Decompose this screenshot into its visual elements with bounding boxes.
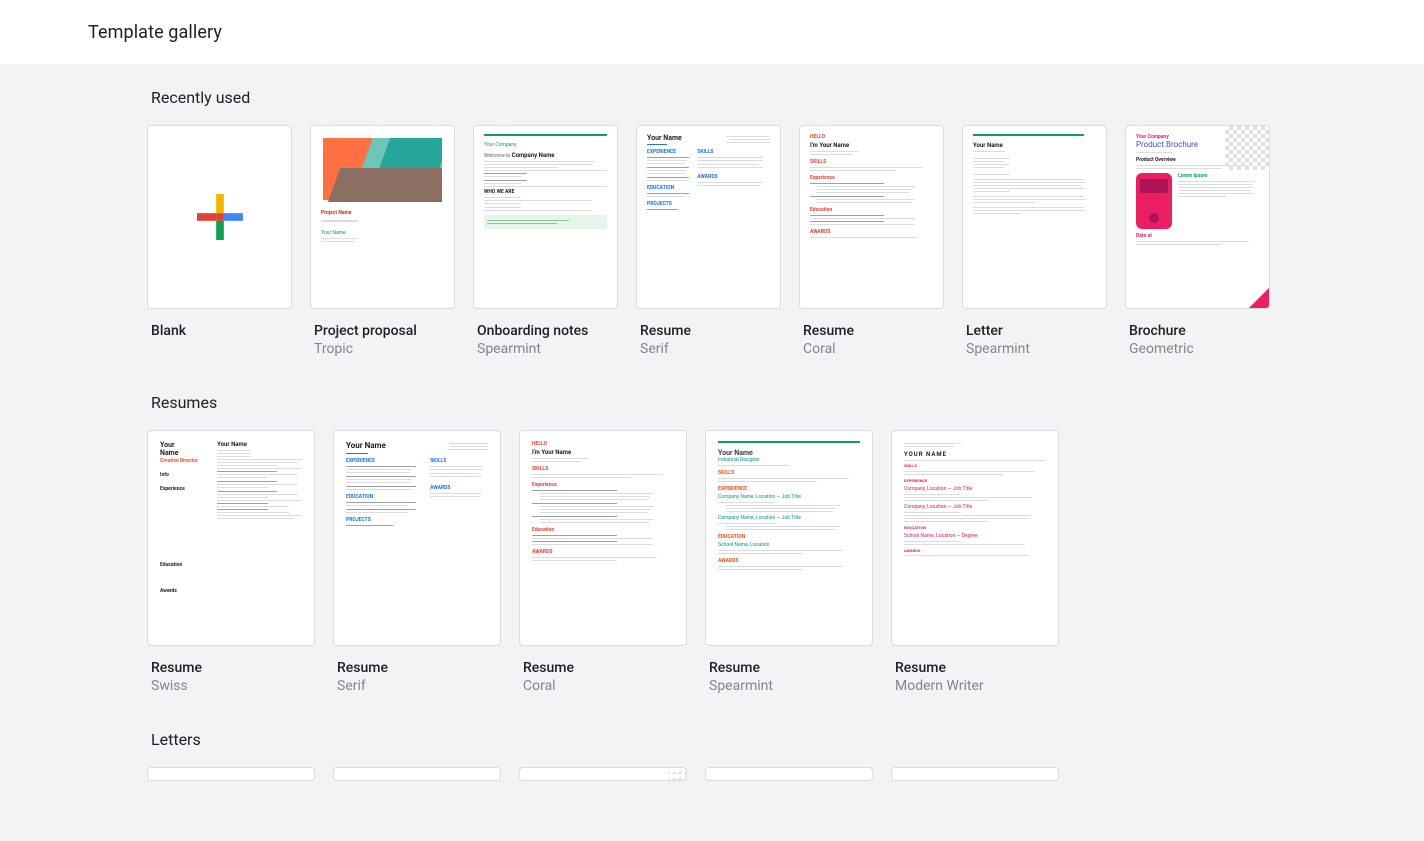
template-card-resume-coral-2[interactable]: HELLO I'm Your Name SKILLS Experience [519, 430, 687, 694]
template-title: Resume [151, 660, 315, 676]
template-thumb: Your Name EXPERIENCE EDUCATION [333, 430, 501, 646]
template-card-letter-spearmint[interactable]: Your Name [962, 125, 1107, 357]
template-thumb: Your Company Welcome to Company Name WHO… [473, 125, 618, 309]
template-card-resume-coral[interactable]: HELLO I'm Your Name SKILLS Experience [799, 125, 944, 357]
page-title: Template gallery [88, 22, 222, 43]
template-subtitle: Serif [640, 341, 781, 357]
section-recently-used: Recently used Blank Project Name [147, 88, 1277, 357]
section-letters: Letters [147, 730, 1277, 781]
template-subtitle: Spearmint [709, 678, 873, 694]
template-card-letter[interactable] [333, 767, 501, 781]
template-thumb: YourName Creative Director Info Experien… [147, 430, 315, 646]
template-card-letter[interactable] [147, 767, 315, 781]
template-title: Onboarding notes [477, 323, 618, 339]
template-title: Resume [803, 323, 944, 339]
template-thumb [147, 125, 292, 309]
template-thumb: Your Name EXPERIENCE EDUCATION [636, 125, 781, 309]
template-card-resume-swiss[interactable]: YourName Creative Director Info Experien… [147, 430, 315, 694]
template-card-letter[interactable] [705, 767, 873, 781]
template-thumb [705, 767, 873, 781]
section-title-recent: Recently used [151, 88, 1277, 107]
template-thumb: HELLO I'm Your Name SKILLS Experience [519, 430, 687, 646]
template-gallery: Recently used Blank Project Name [0, 64, 1424, 841]
template-thumb: Your Name Industrial Designer SKILLS EXP… [705, 430, 873, 646]
section-title-letters: Letters [151, 730, 1277, 749]
template-thumb [147, 767, 315, 781]
template-card-letter[interactable] [891, 767, 1059, 781]
template-subtitle: Spearmint [477, 341, 618, 357]
template-title: Project proposal [314, 323, 455, 339]
template-card-resume-modern-writer[interactable]: YOUR NAME SKILLS EXPERIENCE Company, Loc… [891, 430, 1059, 694]
template-subtitle: Coral [523, 678, 687, 694]
template-subtitle: Serif [337, 678, 501, 694]
plus-icon [148, 126, 291, 308]
template-subtitle: Swiss [151, 678, 315, 694]
template-card-project-proposal[interactable]: Project Name Your Name Project proposal … [310, 125, 455, 357]
template-subtitle: Spearmint [966, 341, 1107, 357]
template-card-resume-serif-2[interactable]: Your Name EXPERIENCE EDUCATION [333, 430, 501, 694]
template-thumb: HELLO I'm Your Name SKILLS Experience [799, 125, 944, 309]
template-subtitle: Coral [803, 341, 944, 357]
template-card-brochure-geometric[interactable]: Your Company Product Brochure Product Ov… [1125, 125, 1270, 357]
row-resumes: YourName Creative Director Info Experien… [147, 430, 1277, 694]
template-title: Resume [337, 660, 501, 676]
template-thumb: Project Name Your Name [310, 125, 455, 309]
template-thumb: Your Name [962, 125, 1107, 309]
template-card-blank[interactable]: Blank [147, 125, 292, 357]
template-thumb: YOUR NAME SKILLS EXPERIENCE Company, Loc… [891, 430, 1059, 646]
template-title: Resume [640, 323, 781, 339]
template-card-onboarding-notes[interactable]: Your Company Welcome to Company Name WHO… [473, 125, 618, 357]
row-recent: Blank Project Name Your Name Project pro… [147, 125, 1277, 357]
template-subtitle: Geometric [1129, 341, 1270, 357]
template-thumb: Your Company Product Brochure Product Ov… [1125, 125, 1270, 309]
template-card-letter[interactable] [519, 767, 687, 781]
template-subtitle: Tropic [314, 341, 455, 357]
template-title: Resume [709, 660, 873, 676]
template-title: Letter [966, 323, 1107, 339]
template-title: Resume [895, 660, 1059, 676]
section-resumes: Resumes YourName Creative Director Info … [147, 393, 1277, 694]
template-card-resume-serif[interactable]: Your Name EXPERIENCE EDUCATION [636, 125, 781, 357]
template-thumb [891, 767, 1059, 781]
template-title: Brochure [1129, 323, 1270, 339]
template-subtitle: Modern Writer [895, 678, 1059, 694]
template-thumb [333, 767, 501, 781]
section-title-resumes: Resumes [151, 393, 1277, 412]
template-title: Resume [523, 660, 687, 676]
template-card-resume-spearmint[interactable]: Your Name Industrial Designer SKILLS EXP… [705, 430, 873, 694]
template-title: Blank [151, 323, 292, 339]
row-letters [147, 767, 1277, 781]
page-header: Template gallery [0, 0, 1424, 64]
template-thumb [519, 767, 687, 781]
